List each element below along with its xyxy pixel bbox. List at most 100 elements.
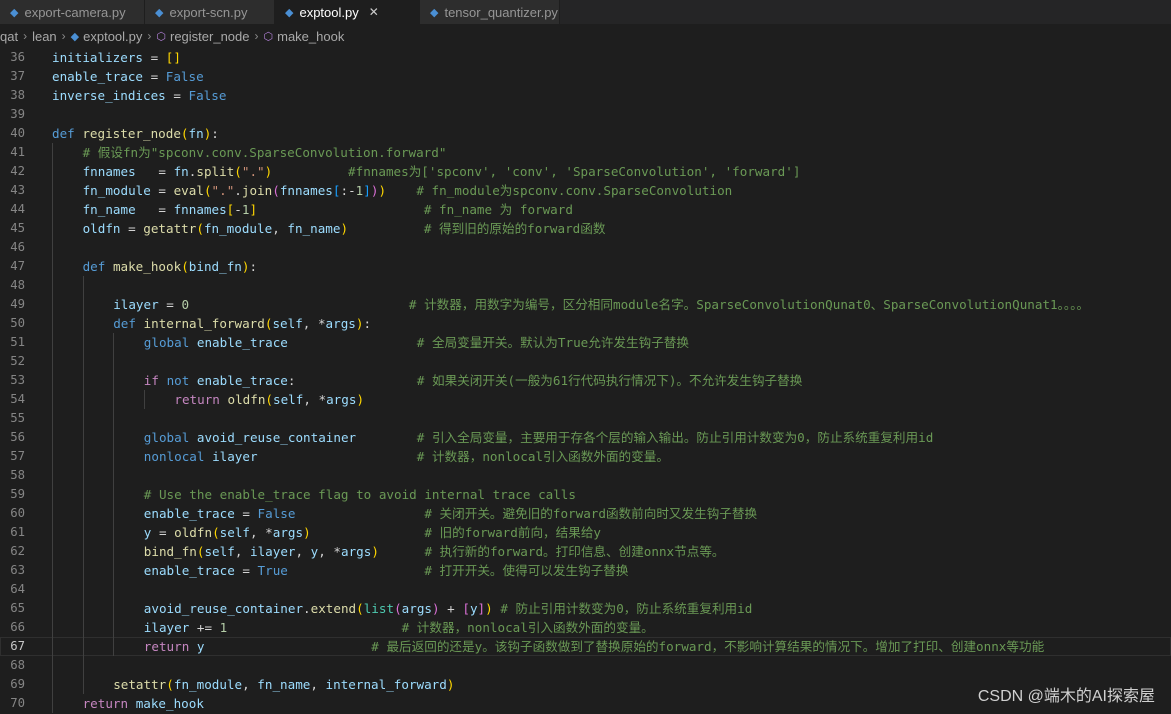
indent-guide: [113, 390, 115, 409]
code-token: args: [272, 525, 304, 540]
line-number: 70: [10, 696, 25, 710]
code-token: ): [371, 544, 379, 559]
code-token: ilayer: [249, 544, 296, 559]
breadcrumb-item[interactable]: ⬡ register_node: [156, 29, 249, 44]
code-text: y = oldfn(self, *args) # 旧的forward前向，结果给…: [144, 523, 601, 542]
code-token: ]: [363, 183, 371, 198]
code-token: bind_fn: [143, 544, 197, 559]
code-line[interactable]: 57 nonlocal ilayer # 计数器，nonlocal引入函数外面的变…: [0, 447, 1171, 466]
code-token: setattr: [113, 677, 167, 692]
breadcrumb-item[interactable]: ◆ exptool.py: [71, 29, 143, 44]
code-line[interactable]: 37 enable_trace = False: [0, 67, 1171, 86]
tab-0[interactable]: ◆ export-camera.py: [0, 0, 145, 24]
indent-guide: [82, 295, 84, 314]
code-token: ,: [295, 544, 311, 559]
code-token: =: [135, 164, 174, 179]
code-line[interactable]: 64: [0, 580, 1171, 599]
code-line[interactable]: 44 fn_name = fnnames[-1] # fn_name 为 forw…: [0, 200, 1171, 219]
close-icon[interactable]: ✕: [369, 5, 379, 19]
line-number: 66: [10, 620, 25, 634]
code-editor[interactable]: 36 initializers = [] 37 enable_trace = Fals…: [0, 48, 1171, 714]
code-token: # 防止引用计数变为0，防止系统重复利用id: [500, 601, 753, 616]
indent-guide: [52, 238, 53, 257]
code-token: ): [485, 601, 493, 616]
code-line[interactable]: 46: [0, 238, 1171, 257]
code-token: oldfn: [174, 525, 213, 540]
code-line[interactable]: 53 if not enable_trace: # 如果关闭开关(一般为61行代码…: [0, 371, 1171, 390]
indent-guide: [113, 618, 115, 637]
code-line[interactable]: 43 fn_module = eval(".".join(fnnames[:-1]…: [0, 181, 1171, 200]
code-line[interactable]: 48: [0, 276, 1171, 295]
code-text: def internal_forward(self, *args):: [113, 314, 371, 333]
code-line[interactable]: 39: [0, 105, 1171, 124]
code-line[interactable]: 36 initializers = []: [0, 48, 1171, 67]
code-token: fn_name: [287, 221, 341, 236]
code-text: ilayer = 0 # 计数器，用数字为编号，区分相同module名字。Spa…: [113, 295, 1089, 314]
code-token: args: [341, 544, 372, 559]
code-line[interactable]: 56 global avoid_reuse_container # 引入全局变量，…: [0, 428, 1171, 447]
code-text: inverse_indices = False: [52, 86, 226, 105]
code-line[interactable]: 40 def register_node(fn):: [0, 124, 1171, 143]
indent-guide: [82, 314, 84, 333]
code-token: =: [234, 563, 258, 578]
code-line[interactable]: 47 def make_hook(bind_fn):: [0, 257, 1171, 276]
code-line[interactable]: 49 ilayer = 0 # 计数器，用数字为编号，区分相同module名字。S…: [0, 295, 1171, 314]
line-number: 41: [10, 145, 25, 159]
code-line[interactable]: 41 # 假设fn为"spconv.conv.SparseConvolution.…: [0, 143, 1171, 162]
indent-guide: [82, 618, 84, 637]
line-number: 38: [10, 88, 25, 102]
code-line[interactable]: 62 bind_fn(self, ilayer, y, *args) # 执行新的…: [0, 542, 1171, 561]
indent-guide: [52, 466, 53, 485]
code-line[interactable]: 60 enable_trace = False # 关闭开关。避免旧的forwar…: [0, 504, 1171, 523]
code-line[interactable]: 42 fnnames = fn.split(".") #fnnames为['spc…: [0, 162, 1171, 181]
code-token: fnnames: [279, 183, 333, 198]
code-line[interactable]: 67 return y # 最后返回的还是y。该钩子函数做到了替换原始的forwa…: [0, 637, 1171, 656]
code-line[interactable]: 51 global enable_trace # 全局变量开关。默认为True允许…: [0, 333, 1171, 352]
code-line[interactable]: 63 enable_trace = True # 打开开关。使得可以发生钩子替换: [0, 561, 1171, 580]
indent-guide: [82, 333, 84, 352]
line-number: 47: [10, 259, 25, 273]
breadcrumb-item[interactable]: qat: [0, 29, 18, 44]
indent-guide: [52, 485, 53, 504]
code-token: enable_trace: [143, 563, 235, 578]
code-line[interactable]: 65 avoid_reuse_container.extend(list(args…: [0, 599, 1171, 618]
code-line[interactable]: 45 oldfn = getattr(fn_module, fn_name) # …: [0, 219, 1171, 238]
indent-guide: [52, 561, 53, 580]
code-line[interactable]: 55: [0, 409, 1171, 428]
code-line[interactable]: 66 ilayer += 1 # 计数器，nonlocal引入函数外面的变量。: [0, 618, 1171, 637]
code-line[interactable]: 59 # Use the enable_trace flag to avoid i…: [0, 485, 1171, 504]
indent-guide: [82, 523, 84, 542]
code-line[interactable]: 58: [0, 466, 1171, 485]
line-number: 56: [10, 430, 25, 444]
indent-guide: [52, 504, 53, 523]
indent-guide: [52, 618, 53, 637]
tab-3[interactable]: ◆ tensor_quantizer.py: [420, 0, 560, 24]
breadcrumb-item[interactable]: ⬡ make_hook: [264, 29, 345, 44]
indent-guide: [52, 219, 53, 238]
code-line[interactable]: 50 def internal_forward(self, *args):: [0, 314, 1171, 333]
line-number: 44: [10, 202, 25, 216]
code-token: y: [469, 601, 478, 616]
indent-guide: [82, 599, 84, 618]
breadcrumb-item[interactable]: lean: [32, 29, 57, 44]
indent-guide: [113, 523, 115, 542]
code-text: bind_fn(self, ilayer, y, *args) # 执行新的fo…: [144, 542, 725, 561]
indent-guide: [52, 162, 53, 181]
code-line[interactable]: 68: [0, 656, 1171, 675]
code-token: ilayer: [143, 620, 190, 635]
code-line[interactable]: 54 return oldfn(self, *args): [0, 390, 1171, 409]
code-line[interactable]: 61 y = oldfn(self, *args) # 旧的forward前向，结…: [0, 523, 1171, 542]
code-line[interactable]: 38 inverse_indices = False: [0, 86, 1171, 105]
tab-1[interactable]: ◆ export-scn.py: [145, 0, 275, 24]
code-token: # 计数器，nonlocal引入函数外面的变量。: [401, 620, 654, 635]
indent-guide: [52, 390, 53, 409]
code-token: =: [165, 88, 189, 103]
code-line[interactable]: 52: [0, 352, 1171, 371]
tab-2[interactable]: ◆ exptool.py ✕: [275, 0, 420, 24]
